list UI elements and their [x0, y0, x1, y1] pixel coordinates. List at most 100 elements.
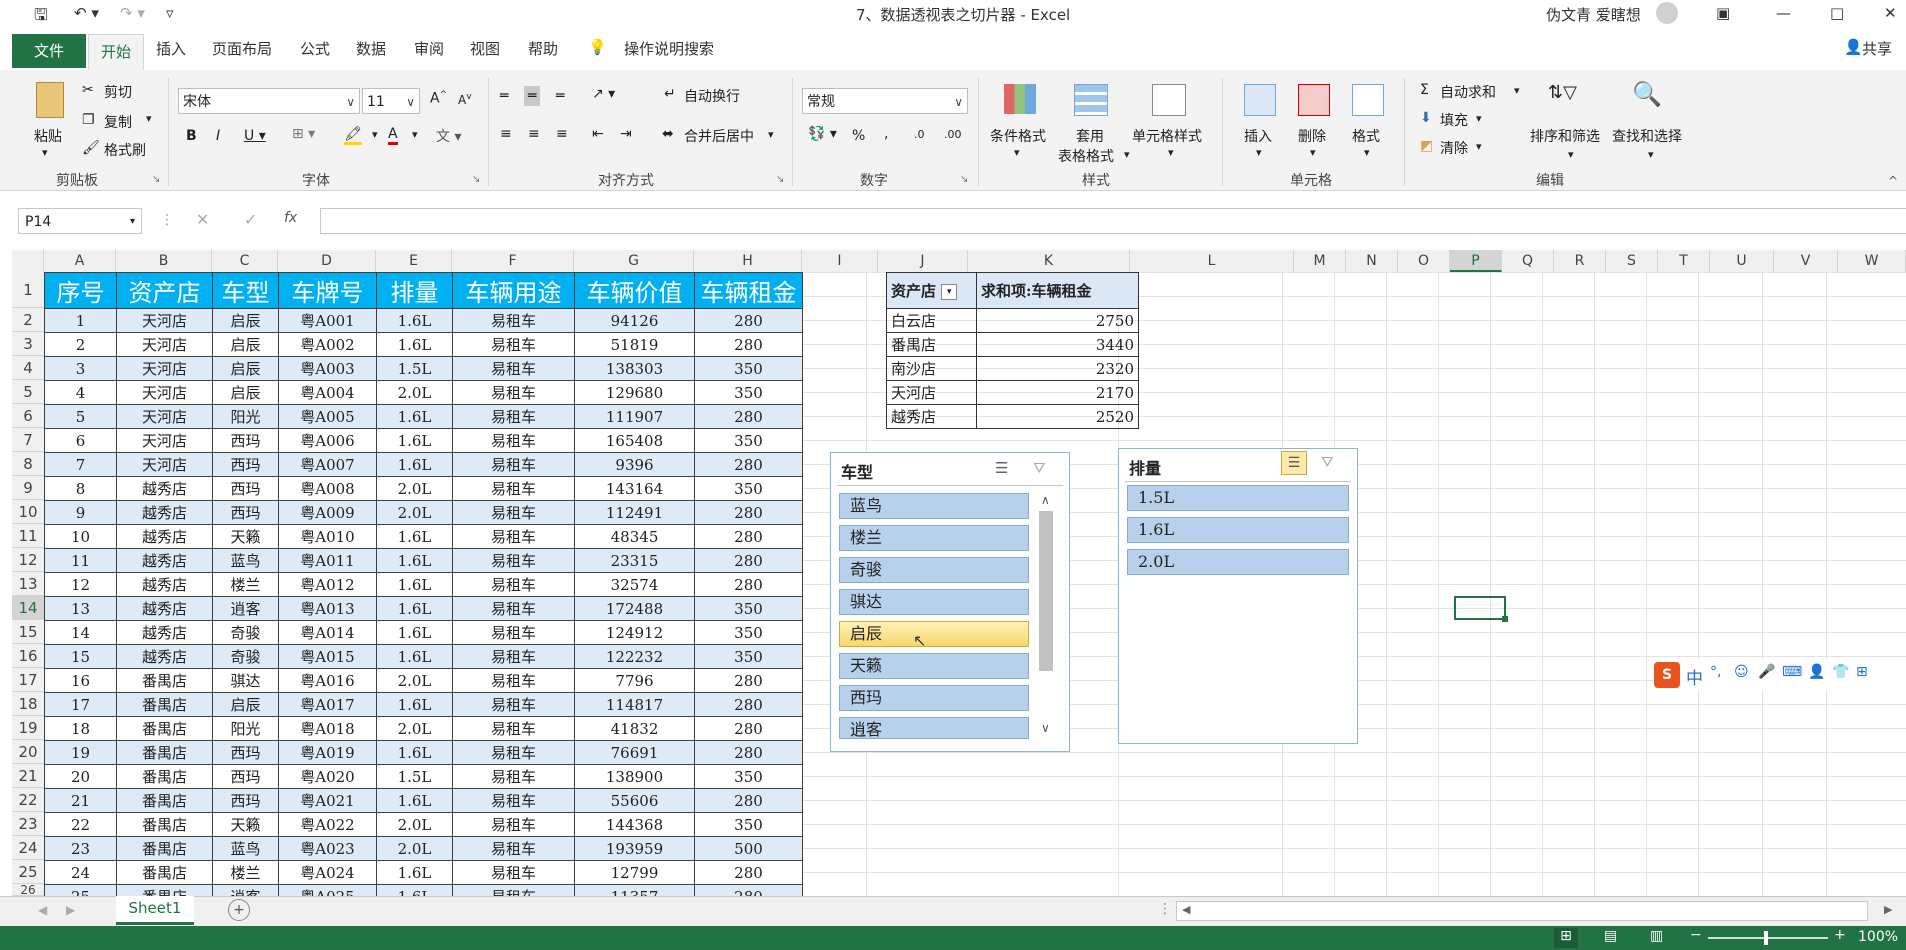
align-bottom-icon[interactable]: ═ — [556, 88, 564, 104]
table-cell[interactable]: 奇骏 — [212, 644, 279, 669]
table-cell[interactable]: 51819 — [574, 332, 695, 357]
tab-help[interactable]: 帮助 — [528, 38, 558, 59]
table-cell[interactable]: 350 — [694, 356, 803, 381]
table-cell[interactable]: 1.6L — [376, 572, 453, 597]
table-cell[interactable]: 阳光 — [212, 404, 279, 429]
table-cell[interactable]: 350 — [694, 620, 803, 645]
table-cell[interactable]: 越秀店 — [116, 644, 213, 669]
table-cell[interactable]: 1.5L — [376, 764, 453, 789]
paste-icon[interactable] — [36, 82, 64, 118]
table-cell[interactable]: 280 — [694, 572, 803, 597]
merge-dropdown-icon[interactable]: ▾ — [768, 128, 774, 141]
table-cell[interactable]: 西玛 — [212, 764, 279, 789]
table-cell[interactable]: 易租车 — [452, 620, 575, 645]
column-header[interactable]: U — [1710, 250, 1774, 272]
number-format-select[interactable]: 常规 ∨ — [802, 88, 968, 114]
sort-dropdown-icon[interactable]: ▾ — [1568, 148, 1574, 161]
tell-me-search[interactable]: 操作说明搜索 — [624, 38, 714, 59]
table-cell[interactable]: 楼兰 — [212, 572, 279, 597]
table-cell[interactable]: 粤A025 — [278, 884, 377, 896]
table-cell[interactable]: 13 — [44, 596, 117, 621]
table-cell[interactable]: 越秀店 — [116, 572, 213, 597]
keyboard-icon[interactable]: ⌨ — [1782, 664, 1802, 680]
table-cell[interactable]: 8 — [44, 476, 117, 501]
tab-review[interactable]: 审阅 — [414, 38, 444, 59]
fill-button[interactable]: 填充 — [1440, 110, 1468, 130]
table-cell[interactable]: 易租车 — [452, 668, 575, 693]
table-header-cell[interactable]: 车辆租金 — [694, 272, 803, 309]
increase-indent-icon[interactable]: ⇥ — [620, 126, 632, 142]
pivot-row-header[interactable]: 资产店 ▾ — [886, 272, 977, 309]
table-cell[interactable]: 粤A019 — [278, 740, 377, 765]
table-cell[interactable]: 越秀店 — [116, 500, 213, 525]
autosum-button[interactable]: 自动求和 — [1440, 82, 1496, 102]
cell-styles-dropdown-icon[interactable]: ▾ — [1168, 146, 1174, 159]
table-cell[interactable]: 易租车 — [452, 356, 575, 381]
row-header[interactable]: 18 — [12, 692, 44, 716]
table-cell[interactable]: 蓝鸟 — [212, 836, 279, 861]
table-cell[interactable]: 350 — [694, 596, 803, 621]
row-header[interactable]: 3 — [12, 332, 44, 356]
table-cell[interactable]: 粤A010 — [278, 524, 377, 549]
slicer-model[interactable]: 车型 ☰ ⛛ 蓝鸟 楼兰 奇骏 骐达 启辰 天籁 西玛 逍客 ∧ ∨ ↖ — [830, 452, 1070, 752]
table-cell[interactable]: 1.6L — [376, 524, 453, 549]
tab-page-layout[interactable]: 页面布局 — [212, 38, 272, 59]
table-cell[interactable]: 番禺店 — [116, 788, 213, 813]
format-as-table-icon[interactable] — [1074, 84, 1108, 116]
table-cell[interactable]: 粤A006 — [278, 428, 377, 453]
sort-filter-button[interactable]: 排序和筛选 — [1530, 126, 1600, 146]
number-launcher-icon[interactable]: ↘ — [960, 174, 968, 185]
tab-insert[interactable]: 插入 — [156, 38, 186, 59]
alignment-launcher-icon[interactable]: ↘ — [776, 174, 784, 185]
table-cell[interactable]: 粤A011 — [278, 548, 377, 573]
table-cell[interactable]: 易租车 — [452, 740, 575, 765]
row-header[interactable]: 9 — [12, 476, 44, 500]
table-cell[interactable]: 西玛 — [212, 428, 279, 453]
slicer-item[interactable]: 蓝鸟 — [839, 493, 1029, 519]
delete-cells-button[interactable]: 删除 — [1298, 126, 1326, 146]
pivot-value[interactable]: 2750 — [976, 308, 1139, 333]
font-size-select[interactable]: 11 ∨ — [362, 88, 420, 114]
table-cell[interactable]: 280 — [694, 452, 803, 477]
row-header[interactable]: 5 — [12, 380, 44, 404]
zoom-level[interactable]: 100% — [1858, 929, 1898, 945]
table-cell[interactable]: 280 — [694, 332, 803, 357]
orientation-icon[interactable]: ↗ ▾ — [592, 86, 615, 102]
decrease-font-icon[interactable]: Av — [458, 92, 472, 107]
column-header[interactable]: G — [574, 250, 694, 272]
multi-select-icon[interactable]: ☰ — [1281, 451, 1307, 475]
tab-home[interactable]: 开始 — [88, 34, 144, 71]
tab-file[interactable]: 文件 — [12, 34, 86, 68]
table-cell[interactable]: 350 — [694, 644, 803, 669]
font-launcher-icon[interactable]: ↘ — [472, 174, 480, 185]
table-cell[interactable]: 易租车 — [452, 788, 575, 813]
table-cell[interactable]: 172488 — [574, 596, 695, 621]
wrap-text-icon[interactable]: ↵ — [664, 86, 676, 102]
fill-color-icon[interactable]: 🖍 — [344, 126, 362, 145]
table-cell[interactable]: 西玛 — [212, 740, 279, 765]
autosum-dropdown-icon[interactable]: ▾ — [1514, 84, 1520, 97]
row-header[interactable]: 2 — [12, 308, 44, 332]
column-header[interactable]: O — [1398, 250, 1450, 272]
pivot-value-header[interactable]: 求和项:车辆租金 — [976, 272, 1139, 309]
filter-dropdown-icon[interactable]: ▾ — [941, 284, 958, 300]
column-header[interactable]: S — [1606, 250, 1658, 272]
table-cell[interactable]: 55606 — [574, 788, 695, 813]
table-cell[interactable]: 番禺店 — [116, 836, 213, 861]
table-cell[interactable]: 1.6L — [376, 644, 453, 669]
table-cell[interactable]: 1.6L — [376, 788, 453, 813]
normal-view-icon[interactable]: ⊞ — [1554, 928, 1578, 948]
table-cell[interactable]: 138900 — [574, 764, 695, 789]
table-cell[interactable]: 天河店 — [116, 356, 213, 381]
table-cell[interactable]: 114817 — [574, 692, 695, 717]
table-cell[interactable]: 启辰 — [212, 332, 279, 357]
clear-filter-icon[interactable]: ⛛ — [1033, 459, 1046, 477]
table-cell[interactable]: 易租车 — [452, 812, 575, 837]
row-header[interactable]: 16 — [12, 644, 44, 668]
column-header[interactable]: F — [452, 250, 574, 272]
table-cell[interactable]: 20 — [44, 764, 117, 789]
table-cell[interactable]: 番禺店 — [116, 740, 213, 765]
conditional-format-button[interactable]: 条件格式 — [990, 126, 1046, 146]
name-box[interactable]: P14 ▾ — [18, 208, 142, 234]
splitter-icon[interactable]: ⋮ — [1158, 901, 1172, 917]
